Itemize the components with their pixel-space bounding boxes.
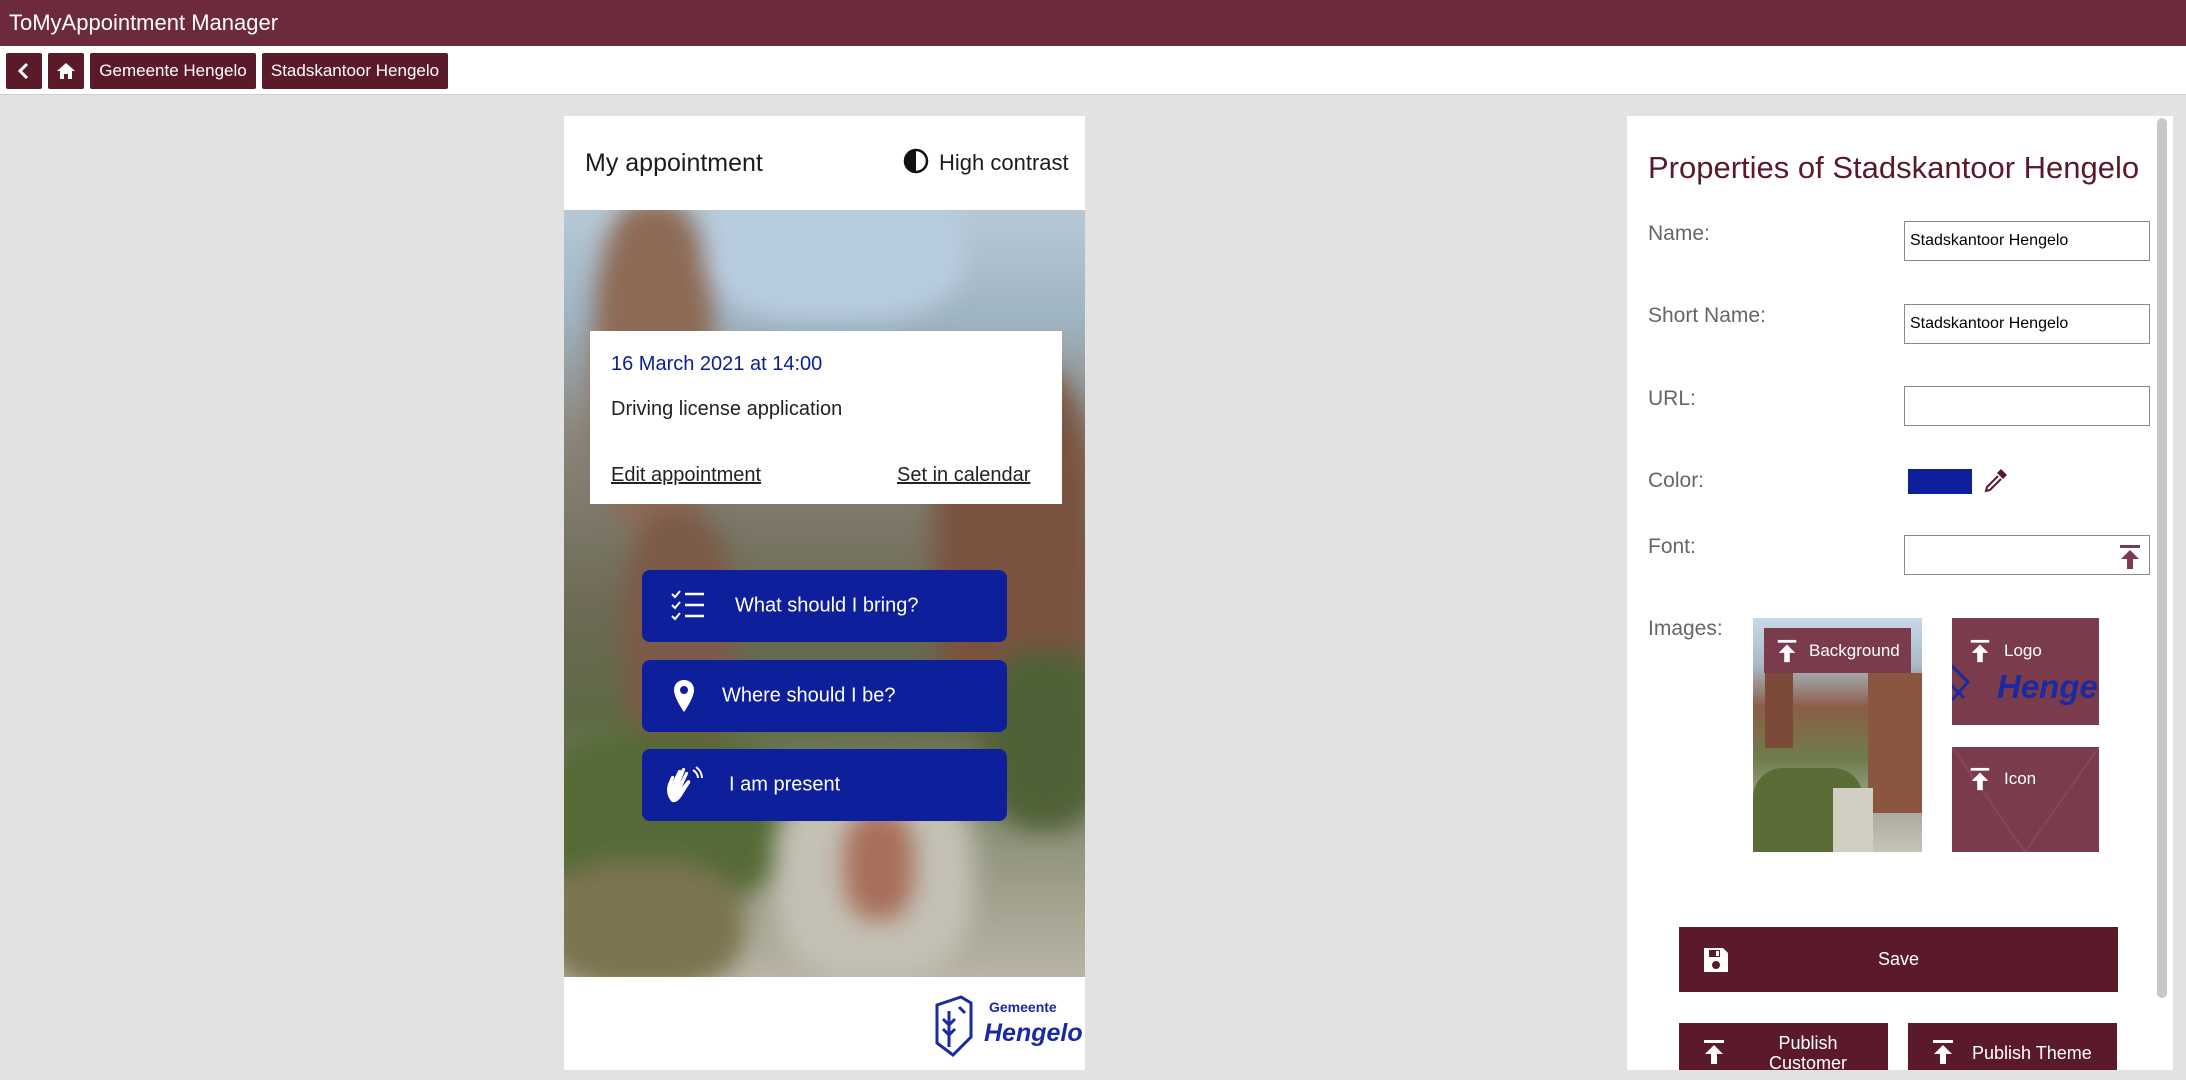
color-swatch[interactable] [1908,469,1972,494]
preview-footer: Gemeente Hengelo [564,977,1085,1070]
preview-title: My appointment [585,149,763,177]
home-icon [57,63,75,79]
action-label: What should I bring? [735,594,919,617]
save-button[interactable]: Save [1679,927,2118,992]
action-label: I am present [729,773,841,796]
images-label: Images: [1648,617,1723,640]
publish-customer-label: Publish Customer [1768,1033,1848,1070]
set-in-calendar-link[interactable]: Set in calendar [897,464,1030,487]
appointment-card: 16 March 2021 at 14:00 Driving license a… [590,331,1062,504]
app-title-bar: ToMyAppointment Manager [0,0,2186,46]
phone-preview: My appointment High contrast 16 March 20… [564,116,1085,1070]
gemeente-hengelo-logo: Gemeente Hengelo [931,993,1083,1061]
appointment-date: 16 March 2021 at 14:00 [611,353,823,375]
properties-panel: Properties of Stadskantoor Hengelo Name:… [1627,116,2173,1070]
map-pin-icon [674,680,694,712]
panel-scrollbar[interactable] [2157,118,2167,998]
upload-logo-button[interactable]: Logo [1952,628,2099,673]
upload-background-label: Background [1809,640,1900,660]
breadcrumb-item-gemeente[interactable]: Gemeente Hengelo [90,53,256,89]
color-label: Color: [1648,469,1705,492]
name-label: Name: [1648,222,1710,245]
name-field[interactable] [1904,221,2150,261]
logo-text-big: Hengelo [984,1019,1083,1047]
save-label: Save [1877,949,1920,969]
upload-icon [1970,639,1990,662]
publish-customer-button[interactable]: Publish Customer [1679,1023,1888,1070]
upload-icon [1704,1040,1724,1064]
appointment-type: Driving license application [611,398,843,420]
checklist-icon [671,590,704,621]
home-button[interactable] [48,53,84,89]
preview-background-image: 16 March 2021 at 14:00 Driving license a… [564,210,1085,977]
panel-title: Properties of Stadskantoor Hengelo [1648,150,2140,185]
upload-icon-label: Icon [2004,768,2037,788]
upload-background-button[interactable]: Background [1764,628,1911,673]
edit-appointment-link[interactable]: Edit appointment [611,464,761,487]
publish-theme-button[interactable]: Publish Theme [1908,1023,2117,1070]
eyedropper-icon[interactable] [1983,467,2009,493]
upload-logo-label: Logo [2004,640,2042,660]
high-contrast-toggle[interactable]: High contrast [939,150,1069,176]
font-field[interactable] [1904,535,2150,575]
upload-icon [1777,639,1797,662]
icon-image-tile[interactable]: Icon [1952,747,2099,852]
crest-icon [935,995,973,1057]
url-field[interactable] [1904,386,2150,426]
url-label: URL: [1648,387,1696,410]
background-image-tile[interactable]: Background [1753,618,1922,852]
short-name-field[interactable] [1904,304,2150,344]
upload-icon-button[interactable]: Icon [1952,756,2099,801]
breadcrumb: Gemeente Hengelo Stadskantoor Hengelo [0,46,2186,95]
breadcrumb-item-stadskantoor[interactable]: Stadskantoor Hengelo [262,53,448,89]
upload-icon [1933,1040,1953,1064]
logo-text-small: Gemeente [989,999,1057,1015]
i-am-present-button[interactable]: I am present [642,749,1007,821]
publish-theme-label: Publish Theme [1972,1043,2092,1063]
contrast-icon[interactable] [903,148,929,174]
waving-hand-icon [667,766,703,803]
chevron-left-icon [17,62,29,80]
upload-icon [1970,767,1990,790]
preview-header: My appointment High contrast [564,116,1085,210]
upload-icon[interactable] [2118,544,2142,570]
back-button[interactable] [6,53,42,89]
what-to-bring-button[interactable]: What should I bring? [642,570,1007,642]
app-title: ToMyAppointment Manager [9,10,279,35]
short-name-label: Short Name: [1648,304,1766,327]
logo-image-tile[interactable]: Hengelo Logo [1952,618,2099,725]
action-label: Where should I be? [722,684,896,707]
font-label: Font: [1648,535,1696,558]
where-to-be-button[interactable]: Where should I be? [642,660,1007,732]
